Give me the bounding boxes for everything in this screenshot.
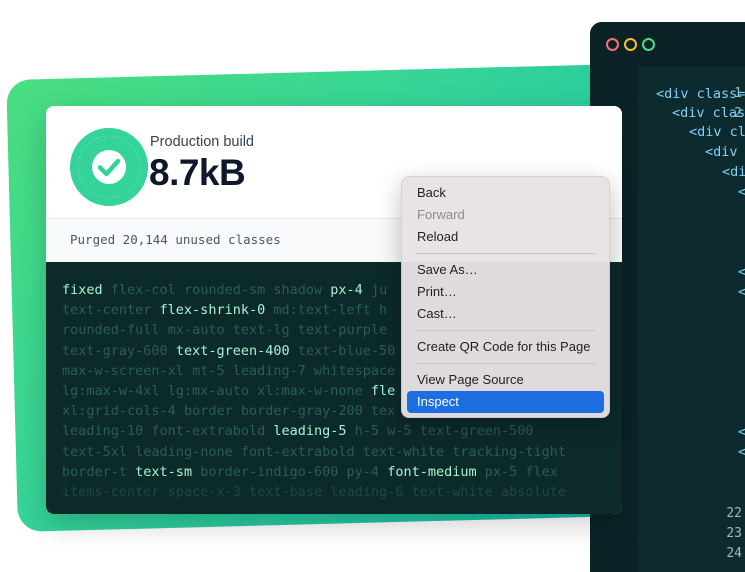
- class-token: w-5: [387, 423, 412, 440]
- class-token: px-4: [330, 282, 363, 298]
- purged-classes-text: Purged 20,144 unused classes: [70, 232, 281, 247]
- class-token: mx-auto: [167, 322, 225, 339]
- class-token: xl:grid-cols-4: [62, 403, 176, 420]
- class-token: leading-10: [62, 423, 144, 440]
- class-token: text-white: [362, 443, 445, 460]
- class-token: text-5xl: [62, 443, 128, 460]
- class-token: lg:max-w-4xl: [62, 383, 160, 400]
- class-token: text-white: [411, 484, 493, 501]
- class-token: text-center: [62, 302, 152, 319]
- class-token: fle: [370, 383, 396, 400]
- class-line: items-center space-x-3 text-base leading…: [62, 482, 622, 502]
- menu-item-print[interactable]: Print…: [407, 281, 604, 303]
- menu-item-reload[interactable]: Reload: [407, 226, 604, 248]
- class-line: leading-10 font-extrabold leading-5 h-5 …: [62, 421, 622, 441]
- class-token: shadow: [273, 282, 323, 298]
- menu-separator: [416, 363, 595, 364]
- class-token: text-green-500: [419, 423, 534, 440]
- editor-titlebar: [590, 22, 745, 66]
- class-token: font-extrabold: [151, 423, 266, 440]
- class-token: border-gray-200: [240, 403, 363, 420]
- line-number: 22: [726, 506, 742, 521]
- class-token: border: [183, 403, 233, 420]
- class-token: h: [379, 302, 388, 319]
- menu-item-cast[interactable]: Cast…: [407, 303, 604, 325]
- class-token: items-center: [62, 484, 160, 501]
- class-token: flex-col: [110, 282, 176, 298]
- class-token: tracking-tight: [452, 443, 567, 460]
- class-token: text-gray-600: [62, 342, 168, 359]
- class-token: flex: [525, 463, 558, 480]
- code-line: <: [738, 264, 745, 280]
- code-line: <: [738, 444, 745, 460]
- class-token: fixed: [62, 282, 103, 298]
- class-token: leading-6: [330, 484, 404, 501]
- menu-item-save-as[interactable]: Save As…: [407, 259, 604, 281]
- class-token: rounded-full: [62, 322, 160, 339]
- class-token: xl:max-w-none: [257, 383, 363, 400]
- menu-separator: [416, 330, 595, 331]
- code-line: <: [738, 184, 745, 200]
- class-line: border-t text-sm border-indigo-600 py-4 …: [62, 462, 622, 482]
- menu-item-create-qr-code[interactable]: Create QR Code for this Page: [407, 336, 604, 358]
- menu-item-back[interactable]: Back: [407, 182, 604, 204]
- class-token: ju: [370, 282, 388, 298]
- menu-separator: [416, 253, 595, 254]
- class-token: leading-7: [232, 362, 306, 379]
- context-menu: Back Forward Reload Save As… Print… Cast…: [401, 176, 610, 418]
- class-token: font-extrabold: [240, 443, 355, 460]
- class-token: text-lg: [232, 322, 290, 339]
- class-token: flex-shrink-0: [159, 302, 266, 319]
- class-token: absolute: [501, 484, 567, 501]
- line-number: 24: [726, 546, 742, 561]
- maximize-window-icon[interactable]: [642, 38, 655, 51]
- class-token: leading-none: [135, 443, 233, 460]
- class-token: max-w-screen-xl: [62, 362, 184, 379]
- class-token: tex: [370, 403, 396, 420]
- minimize-window-icon[interactable]: [624, 38, 637, 51]
- class-token: px-5: [484, 463, 518, 480]
- class-token: mt-5: [192, 362, 225, 379]
- class-token: md:text-left: [273, 302, 371, 319]
- class-token: border-t: [62, 463, 128, 480]
- code-line: <div cl: [689, 124, 745, 140]
- class-token: lg:mx-auto: [167, 383, 249, 400]
- menu-item-forward[interactable]: Forward: [407, 204, 604, 226]
- code-line: <: [738, 284, 745, 300]
- build-label: Production build: [150, 134, 254, 150]
- code-line: <div class=: [656, 86, 745, 102]
- class-token: text-purple: [297, 322, 388, 339]
- code-line: <: [738, 424, 745, 440]
- class-token: font-medium: [387, 463, 477, 480]
- class-token: text-sm: [135, 463, 193, 480]
- code-line: <di: [722, 164, 745, 180]
- class-token: text-green-400: [175, 342, 290, 359]
- class-token: leading-5: [273, 423, 347, 440]
- class-token: h-5: [354, 423, 380, 440]
- menu-item-view-page-source[interactable]: View Page Source: [407, 369, 604, 391]
- code-line: <div clas: [672, 105, 745, 121]
- class-token: text-blue-50: [297, 342, 396, 359]
- success-badge: [70, 128, 148, 206]
- build-size: 8.7kB: [149, 152, 246, 193]
- close-window-icon[interactable]: [606, 38, 619, 51]
- class-token: rounded-sm: [183, 282, 266, 298]
- class-token: py-4: [346, 463, 380, 480]
- menu-item-inspect[interactable]: Inspect: [407, 391, 604, 413]
- class-token: whitespace: [314, 362, 396, 379]
- checkmark-icon: [92, 150, 126, 184]
- class-token: space-x-3: [167, 484, 241, 501]
- line-number: 23: [726, 526, 742, 541]
- class-token: text-base: [248, 484, 323, 501]
- code-line: <div: [705, 144, 738, 160]
- class-token: border-indigo-600: [200, 463, 339, 480]
- class-line: text-5xl leading-none font-extrabold tex…: [62, 442, 622, 462]
